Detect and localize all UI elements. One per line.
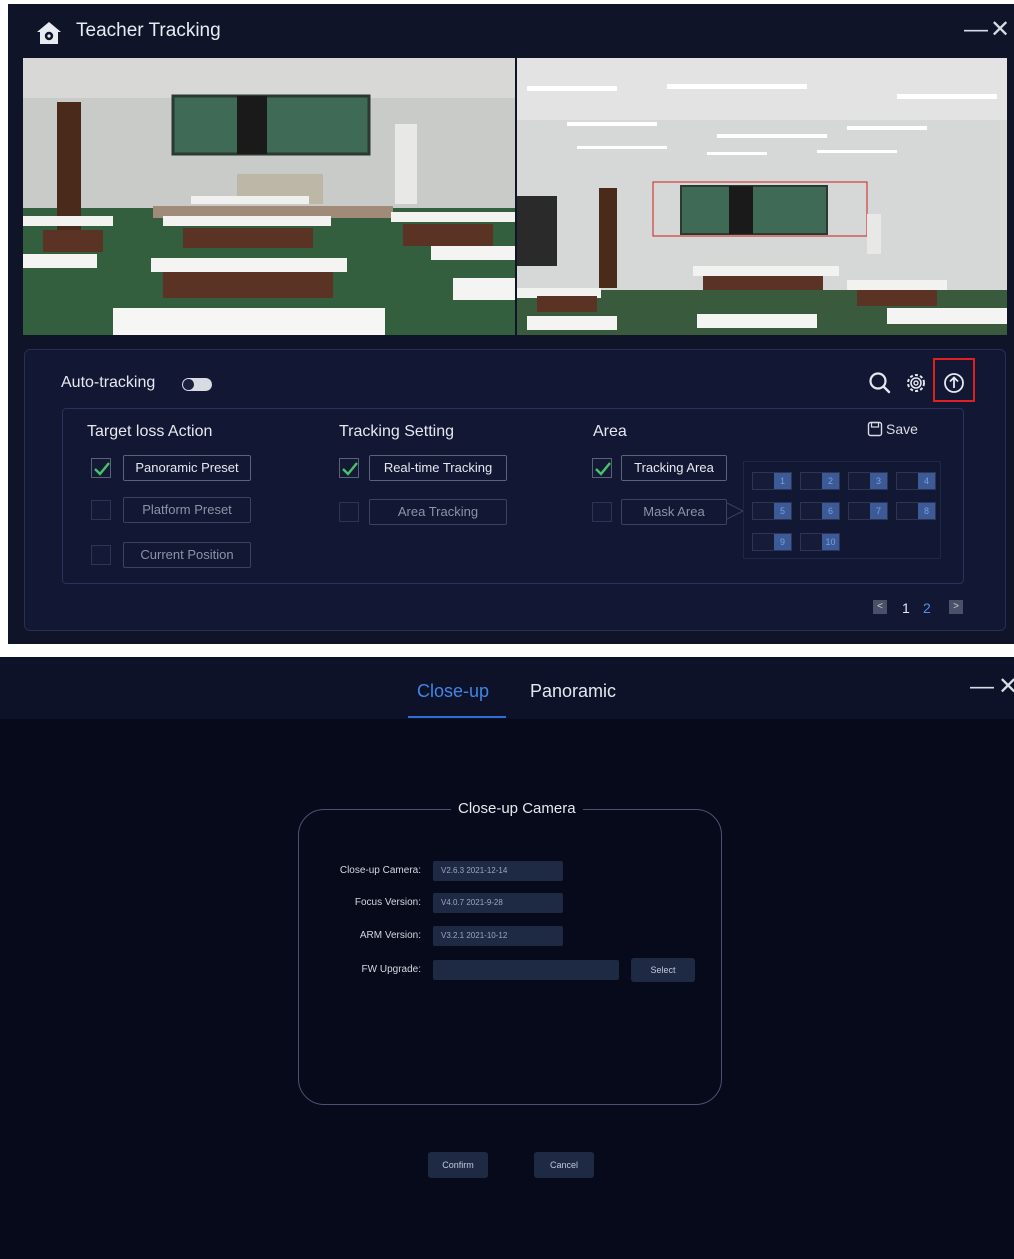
close-up-camera-group: Close-up Camera Close-up Camera: V2.6.3 …: [298, 800, 722, 1105]
platform-preset-checkbox[interactable]: [91, 500, 111, 520]
panoramic-video-view[interactable]: [23, 58, 515, 335]
title-bar: Teacher Tracking — ✕: [8, 4, 1014, 58]
tracking-area-checkbox[interactable]: [592, 458, 612, 478]
tab-panoramic[interactable]: Panoramic: [530, 681, 616, 702]
classroom-image: [517, 58, 1007, 335]
classroom-image: [23, 58, 515, 335]
firmware-window: Close-up Panoramic — ✕ Close-up Camera C…: [0, 657, 1014, 1259]
fw-upgrade-input[interactable]: [433, 960, 619, 980]
mask-area-option[interactable]: Mask Area: [621, 499, 727, 525]
area-cell[interactable]: 7: [848, 502, 888, 520]
current-position-checkbox[interactable]: [91, 545, 111, 565]
target-loss-heading: Target loss Action: [87, 423, 213, 440]
area-cell[interactable]: 2: [800, 472, 840, 490]
page-2[interactable]: 2: [923, 600, 931, 616]
active-tab-indicator: [408, 716, 506, 718]
tab-bar: Close-up Panoramic — ✕: [0, 657, 1014, 719]
teacher-tracking-window: Teacher Tracking — ✕ Auto-tracking Targe…: [8, 4, 1014, 644]
save-label: Save: [886, 421, 918, 437]
area-cell[interactable]: 9: [752, 533, 792, 551]
arm-version-label: ARM Version:: [359, 930, 421, 941]
close-up-video-view[interactable]: [517, 58, 1007, 335]
area-heading: Area: [593, 423, 627, 440]
next-page-button[interactable]: >: [949, 600, 963, 614]
panoramic-preset-checkbox[interactable]: [91, 458, 111, 478]
tab-close-up[interactable]: Close-up: [417, 681, 489, 702]
area-cell[interactable]: 10: [800, 533, 840, 551]
tracking-options-group: Target loss Action Tracking Setting Area…: [62, 408, 964, 584]
prev-page-button[interactable]: <: [873, 600, 887, 614]
save-icon: [867, 421, 883, 437]
arm-version-value: V3.2.1 2021-10-12: [433, 926, 563, 946]
save-button[interactable]: Save: [867, 421, 918, 437]
confirm-button[interactable]: Confirm: [428, 1152, 488, 1178]
focus-version-value: V4.0.7 2021-9-28: [433, 893, 563, 913]
real-time-tracking-checkbox[interactable]: [339, 458, 359, 478]
tracking-setting-heading: Tracking Setting: [339, 423, 455, 440]
real-time-tracking-option[interactable]: Real-time Tracking: [369, 455, 507, 481]
area-cell[interactable]: 5: [752, 502, 792, 520]
close-button[interactable]: ✕: [990, 18, 1010, 42]
check-icon: [342, 462, 358, 476]
upload-icon[interactable]: [939, 368, 969, 398]
home-icon: [37, 22, 61, 44]
window-title: Teacher Tracking: [76, 20, 221, 41]
auto-tracking-toggle[interactable]: [182, 378, 212, 391]
area-tracking-checkbox[interactable]: [339, 502, 359, 522]
cancel-button[interactable]: Cancel: [534, 1152, 594, 1178]
check-icon: [595, 462, 611, 476]
tracking-control-panel: Auto-tracking Target loss Action Trackin…: [24, 349, 1006, 631]
toggle-knob: [183, 379, 194, 390]
gear-icon[interactable]: [901, 368, 931, 398]
tracking-area-option[interactable]: Tracking Area: [621, 455, 727, 481]
area-cell[interactable]: 6: [800, 502, 840, 520]
mask-area-checkbox[interactable]: [592, 502, 612, 522]
area-cell[interactable]: 4: [896, 472, 936, 490]
area-grid: 1 2 3 4 5 6 7 8 9 10: [743, 461, 941, 559]
minimize-button[interactable]: —: [964, 18, 988, 42]
close-up-camera-value: V2.6.3 2021-12-14: [433, 861, 563, 881]
auto-tracking-label: Auto-tracking: [61, 374, 156, 391]
check-icon: [94, 462, 110, 476]
search-icon[interactable]: [865, 368, 895, 398]
minimize-button[interactable]: —: [970, 675, 994, 699]
close-button[interactable]: ✕: [998, 675, 1014, 699]
area-cell[interactable]: 8: [896, 502, 936, 520]
page-1[interactable]: 1: [902, 600, 910, 616]
area-tracking-option[interactable]: Area Tracking: [369, 499, 507, 525]
platform-preset-option[interactable]: Platform Preset: [123, 497, 251, 523]
fw-upgrade-label: FW Upgrade:: [361, 964, 421, 975]
current-position-option[interactable]: Current Position: [123, 542, 251, 568]
area-cell[interactable]: 3: [848, 472, 888, 490]
focus-version-label: Focus Version:: [354, 897, 421, 908]
close-up-camera-label: Close-up Camera:: [339, 865, 421, 876]
area-cell[interactable]: 1: [752, 472, 792, 490]
group-title: Close-up Camera: [451, 800, 583, 817]
select-file-button[interactable]: Select: [631, 958, 695, 982]
panoramic-preset-option[interactable]: Panoramic Preset: [123, 455, 251, 481]
